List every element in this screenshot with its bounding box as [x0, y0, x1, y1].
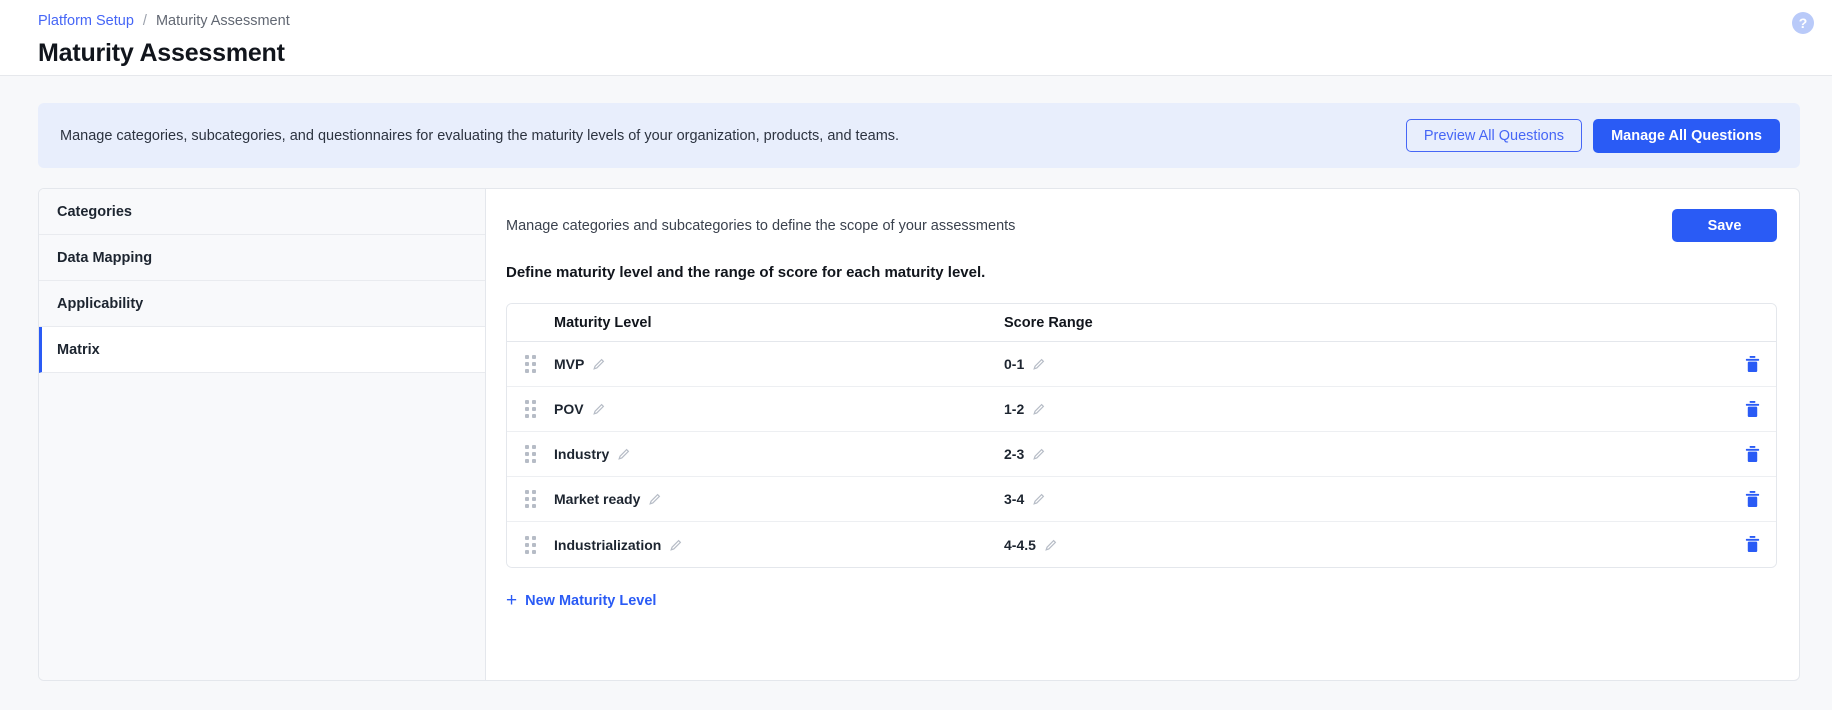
trash-delete-icon[interactable]: [1744, 355, 1761, 374]
pencil-edit-icon[interactable]: [1032, 357, 1046, 371]
breadcrumb-separator: /: [142, 13, 147, 29]
drag-handle-icon[interactable]: [525, 400, 536, 418]
column-header-score-range: Score Range: [1004, 314, 1093, 331]
cell-maturity-level: POV: [554, 401, 584, 417]
trash-delete-icon[interactable]: [1744, 535, 1761, 554]
pencil-edit-icon[interactable]: [648, 492, 662, 506]
new-maturity-level-button[interactable]: + New Maturity Level: [506, 591, 656, 610]
sidebar-item-data-mapping[interactable]: Data Mapping: [39, 235, 485, 281]
pencil-edit-icon[interactable]: [1044, 538, 1058, 552]
page-root: Platform Setup / Maturity Assessment Mat…: [0, 0, 1832, 710]
pencil-edit-icon[interactable]: [592, 357, 606, 371]
new-maturity-level-label: New Maturity Level: [525, 592, 657, 609]
manage-all-questions-button[interactable]: Manage All Questions: [1593, 118, 1780, 153]
page-title: Maturity Assessment: [38, 39, 285, 67]
section-title: Define maturity level and the range of s…: [506, 264, 986, 281]
save-button[interactable]: Save: [1672, 209, 1777, 242]
drag-handle-icon[interactable]: [525, 535, 536, 554]
breadcrumb-link-platform-setup[interactable]: Platform Setup: [38, 13, 134, 29]
drag-handle-icon[interactable]: [525, 445, 536, 463]
cell-maturity-level: Market ready: [554, 491, 641, 507]
column-header-maturity-level: Maturity Level: [554, 314, 652, 331]
sidebar-item-label: Categories: [57, 203, 132, 220]
drag-handle-icon[interactable]: [525, 490, 536, 508]
info-banner: Manage categories, subcategories, and qu…: [38, 103, 1800, 168]
cell-score-range: 3-4: [1004, 491, 1025, 507]
table-row: MVP 0-1: [507, 342, 1776, 387]
info-banner-text: Manage categories, subcategories, and qu…: [60, 127, 900, 144]
top-bar: Platform Setup / Maturity Assessment Mat…: [0, 0, 1832, 76]
help-circle-icon[interactable]: ?: [1792, 12, 1814, 34]
trash-delete-icon[interactable]: [1744, 490, 1761, 509]
table-header-row: Maturity Level Score Range: [507, 304, 1776, 342]
pencil-edit-icon[interactable]: [1032, 492, 1046, 506]
banner-actions: Preview All Questions Manage All Questio…: [1405, 118, 1780, 153]
trash-delete-icon[interactable]: [1744, 400, 1761, 419]
cell-maturity-level: MVP: [554, 356, 585, 372]
preview-all-questions-button[interactable]: Preview All Questions: [1405, 119, 1583, 152]
matrix-panel-description: Manage categories and subcategories to d…: [506, 218, 1016, 234]
cell-score-range: 2-3: [1004, 446, 1025, 462]
pencil-edit-icon[interactable]: [669, 538, 683, 552]
table-row: Industry 2-3: [507, 432, 1776, 477]
pencil-edit-icon[interactable]: [617, 447, 631, 461]
sidebar-item-matrix[interactable]: Matrix: [39, 327, 485, 373]
cell-score-range: 1-2: [1004, 401, 1025, 417]
sidebar-item-label: Applicability: [57, 295, 144, 312]
maturity-level-table: Maturity Level Score Range MVP 0-1 POV 1…: [506, 303, 1777, 568]
pencil-edit-icon[interactable]: [592, 402, 606, 416]
pencil-edit-icon[interactable]: [1032, 447, 1046, 461]
cell-score-range: 0-1: [1004, 356, 1025, 372]
pencil-edit-icon[interactable]: [1032, 402, 1046, 416]
sidebar-item-label: Data Mapping: [57, 249, 153, 266]
plus-icon: +: [506, 590, 518, 611]
sidebar-item-applicability[interactable]: Applicability: [39, 281, 485, 327]
breadcrumb-current: Maturity Assessment: [155, 13, 290, 29]
matrix-panel-header: Manage categories and subcategories to d…: [506, 209, 1777, 242]
sidebar-item-categories[interactable]: Categories: [39, 189, 485, 235]
settings-sidebar: Categories Data Mapping Applicability Ma…: [39, 189, 486, 680]
table-row: Industrialization 4-4.5: [507, 522, 1776, 567]
drag-handle-icon[interactable]: [525, 355, 536, 373]
trash-delete-icon[interactable]: [1744, 445, 1761, 464]
table-row: POV 1-2: [507, 387, 1776, 432]
breadcrumb: Platform Setup / Maturity Assessment: [38, 12, 1832, 30]
cell-score-range: 4-4.5: [1004, 536, 1036, 553]
cell-maturity-level: Industrialization: [554, 536, 662, 553]
cell-maturity-level: Industry: [554, 446, 610, 462]
sidebar-item-label: Matrix: [57, 341, 100, 358]
matrix-panel: Manage categories and subcategories to d…: [486, 189, 1799, 680]
table-row: Market ready 3-4: [507, 477, 1776, 522]
content-shell: Categories Data Mapping Applicability Ma…: [38, 188, 1800, 681]
